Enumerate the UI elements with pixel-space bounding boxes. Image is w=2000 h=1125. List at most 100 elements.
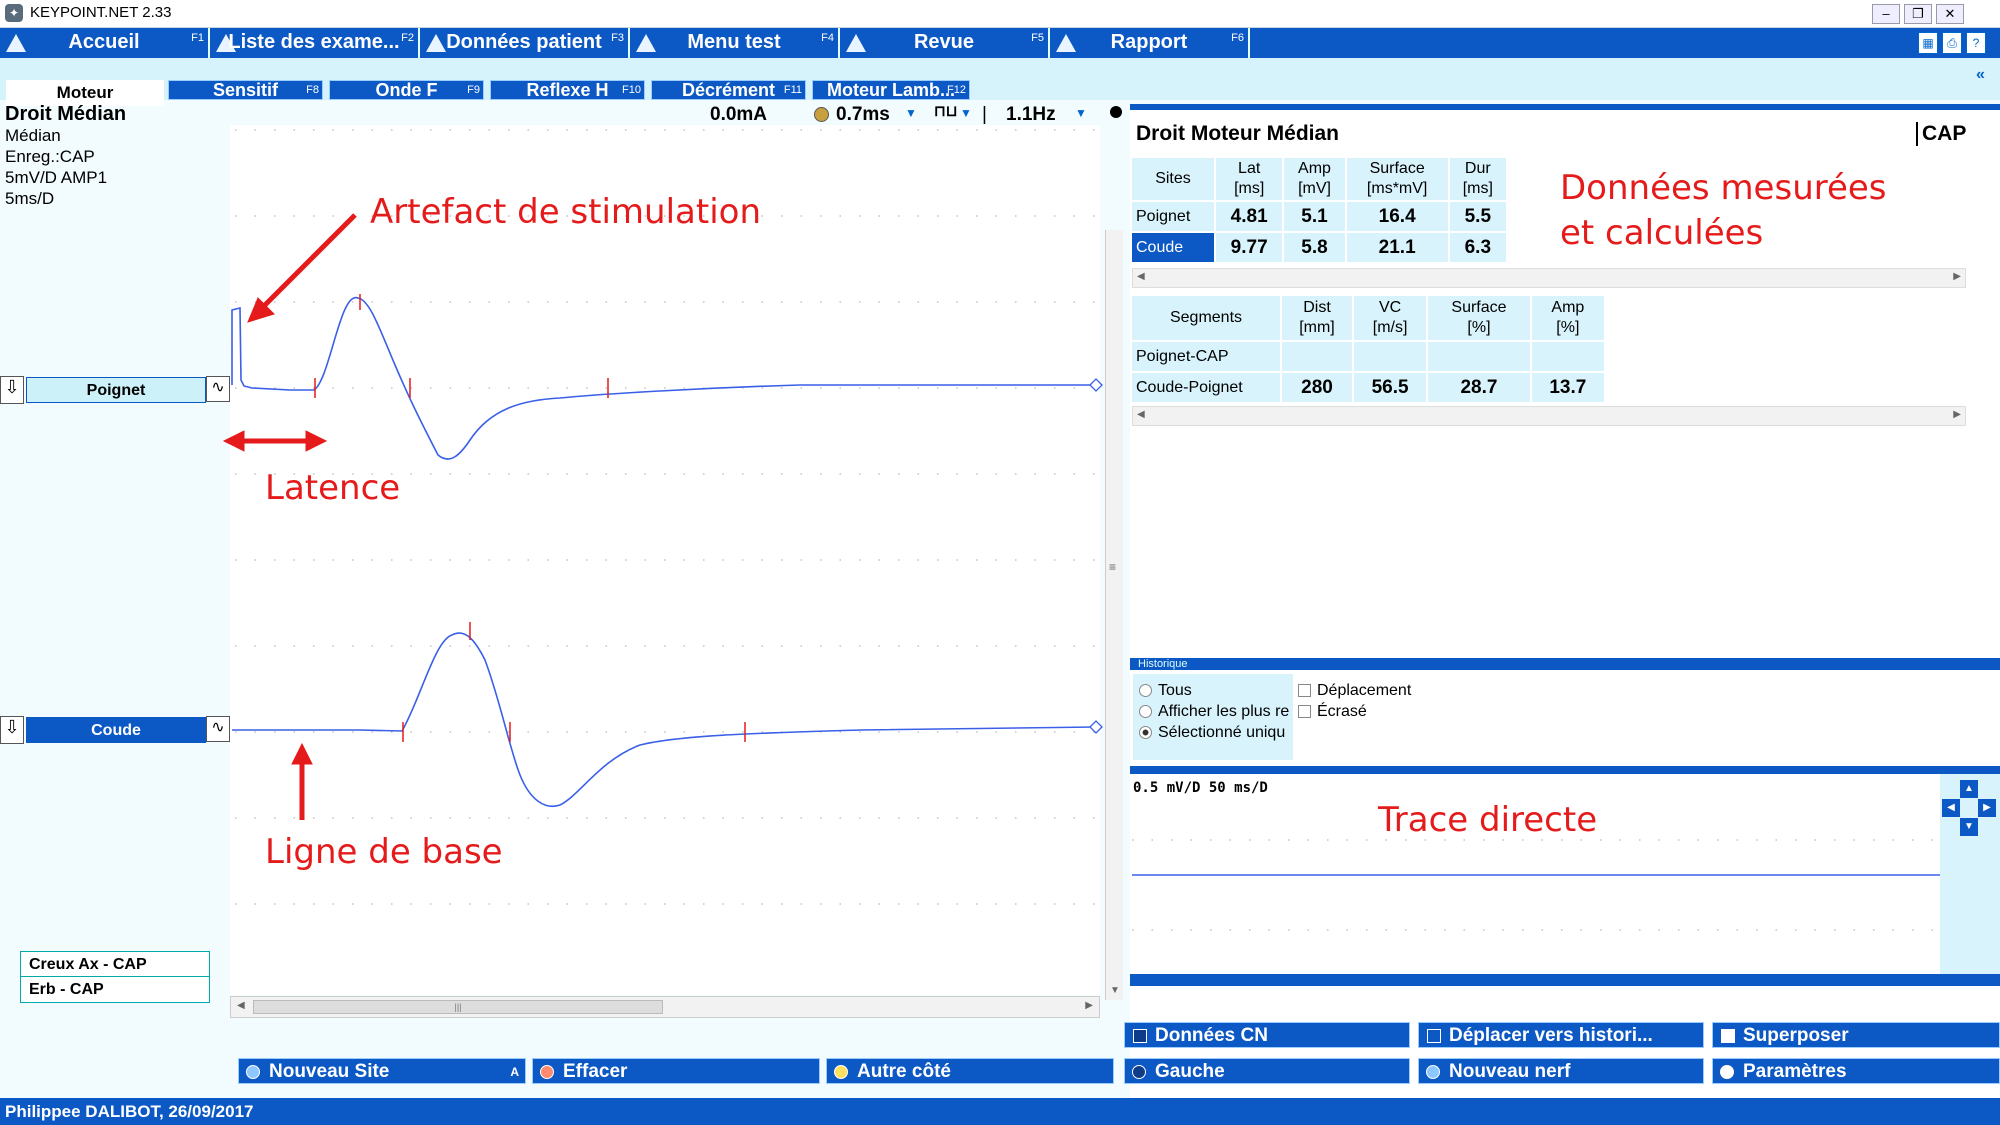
arrow-head <box>222 430 245 452</box>
checkbox-icon <box>1427 1029 1441 1043</box>
segments-hscrollbar[interactable]: ◀ ▶ <box>1132 406 1966 426</box>
scroll-right-icon[interactable]: ▶ <box>1085 1000 1093 1011</box>
scroll-thumb[interactable]: ||| <box>253 1000 663 1014</box>
surface-pct-value <box>1428 342 1530 371</box>
minimize-button[interactable]: – <box>1872 4 1900 24</box>
gauche-button[interactable]: Gauche <box>1124 1058 1410 1084</box>
table-row[interactable]: Coude-Poignet 280 56.5 28.7 13.7 <box>1132 373 1604 402</box>
col-header: Amp [%] <box>1531 296 1604 340</box>
trace-canvas <box>222 129 1103 905</box>
radio-afficher[interactable]: Afficher les plus re <box>1139 701 1293 722</box>
grid <box>235 129 1095 905</box>
radio-icon <box>540 1065 554 1079</box>
scroll-right-icon[interactable]: ▶ <box>1953 409 1961 420</box>
trace-label-poignet[interactable]: Poignet <box>26 377 206 403</box>
radio-label: Tous <box>1158 682 1192 699</box>
restore-button[interactable]: ❐ <box>1904 4 1932 24</box>
col-header: Dur [ms] <box>1449 158 1506 200</box>
right-arrow-icon[interactable]: ▶ <box>1978 799 1996 817</box>
segment-name: Poignet-CAP <box>1132 342 1280 371</box>
direction-pad: ▲ ◀ ▶ ▼ <box>1940 774 2000 974</box>
dist-value: 280 <box>1282 373 1352 402</box>
check-ecrase[interactable]: Écrasé <box>1298 701 1411 722</box>
check-deplacement[interactable]: Déplacement <box>1298 680 1411 701</box>
vc-value <box>1353 342 1427 371</box>
radio-label: Sélectionné uniqu <box>1158 724 1286 741</box>
surface-value: 21.1 <box>1346 233 1448 262</box>
close-button[interactable]: ✕ <box>1936 4 1964 24</box>
print-icon[interactable]: ⎙ <box>1942 32 1962 54</box>
radio-icon <box>834 1065 848 1079</box>
segments-table: Segments Dist [mm] VC [m/s] Surface [%] … <box>1130 294 1606 404</box>
amp-pct-value <box>1531 342 1604 371</box>
up-arrow-icon[interactable]: ▲ <box>1960 780 1978 798</box>
dur-value: 5.5 <box>1449 202 1506 231</box>
history-options: Tous Afficher les plus re Sélectionné un… <box>1133 674 1293 760</box>
trace-label-coude[interactable]: Coude <box>26 717 206 743</box>
lat-value: 4.81 <box>1216 202 1283 231</box>
segment-name: Coude-Poignet <box>1132 373 1280 402</box>
sites-hscrollbar[interactable]: ◀ ▶ <box>1132 268 1966 288</box>
help-icon[interactable]: ? <box>1966 32 1986 54</box>
scroll-left-icon[interactable]: ◀ <box>237 1000 245 1011</box>
panel-bottom-bar <box>1130 974 2000 986</box>
arrow-head <box>291 742 313 765</box>
waveform-icon[interactable]: ∿ <box>206 376 230 402</box>
other-sites-list: Creux Ax - CAP Erb - CAP <box>20 951 210 1003</box>
layout-icon[interactable]: ▦ <box>1918 32 1938 54</box>
deplacer-historique-button[interactable]: Déplacer vers histori... <box>1418 1022 1704 1048</box>
checkbox-icon <box>1721 1029 1735 1043</box>
left-arrow-icon[interactable]: ◀ <box>1942 799 1960 817</box>
dist-value <box>1282 342 1352 371</box>
superposer-button[interactable]: Superposer <box>1712 1022 2000 1048</box>
button-label: Nouveau nerf <box>1449 1061 1571 1082</box>
table-row[interactable]: Poignet 4.81 5.1 16.4 5.5 <box>1132 202 1506 231</box>
surface-pct-value: 28.7 <box>1428 373 1530 402</box>
donnees-cn-button[interactable]: Données CN <box>1124 1022 1410 1048</box>
waveform-icon[interactable]: ∿ <box>206 716 230 742</box>
trace-end-handle <box>1089 378 1103 392</box>
history-header: Historique <box>1130 658 2000 670</box>
button-label: Nouveau Site <box>269 1061 390 1082</box>
status-bar: Philippee DALIBOT, 26/09/2017 <box>0 1098 2000 1125</box>
sites-table: Sites Lat [ms] Amp [mV] Surface [ms*mV] … <box>1130 156 1508 264</box>
radio-icon <box>1426 1065 1440 1079</box>
shortcut-key: A <box>510 1065 519 1079</box>
down-arrow-icon[interactable]: ⇩ <box>0 376 24 404</box>
annotation-baseline: Ligne de base <box>265 832 503 872</box>
nouveau-site-button[interactable]: Nouveau Site A <box>238 1058 526 1084</box>
radio-icon <box>1139 684 1152 697</box>
autre-cote-button[interactable]: Autre côté <box>826 1058 1114 1084</box>
radio-icon <box>1132 1065 1146 1079</box>
nouveau-nerf-button[interactable]: Nouveau nerf <box>1418 1058 1704 1084</box>
horizontal-scrollbar[interactable]: ◀ ||| ▶ <box>230 996 1100 1018</box>
radio-selectionne[interactable]: Sélectionné uniqu <box>1139 722 1293 743</box>
vc-value: 56.5 <box>1353 373 1427 402</box>
annotation-donnees-2: et calculées <box>1560 213 1764 253</box>
annotation-latence: Latence <box>265 468 401 508</box>
scroll-left-icon[interactable]: ◀ <box>1137 271 1145 282</box>
scroll-down-icon[interactable]: ▼ <box>1110 985 1120 996</box>
collapse-panel-icon[interactable]: « <box>1976 66 1985 84</box>
radio-tous[interactable]: Tous <box>1139 680 1293 701</box>
vertical-scrollbar[interactable]: ≡ ▼ <box>1105 230 1123 1000</box>
trace-coude <box>232 632 1096 807</box>
table-row[interactable]: Coude 9.77 5.8 21.1 6.3 <box>1132 233 1506 262</box>
scroll-right-icon[interactable]: ▶ <box>1953 271 1961 282</box>
scroll-left-icon[interactable]: ◀ <box>1137 409 1145 420</box>
down-arrow-icon[interactable]: ⇩ <box>0 716 24 744</box>
radio-label: Afficher les plus re <box>1158 703 1290 720</box>
col-header: Sites <box>1132 158 1214 200</box>
scroll-grip-icon: ≡ <box>1109 560 1117 574</box>
site-name: Coude <box>1132 233 1214 262</box>
down-arrow-icon[interactable]: ▼ <box>1960 818 1978 836</box>
site-item[interactable]: Creux Ax - CAP <box>21 952 209 977</box>
check-label: Déplacement <box>1317 682 1412 699</box>
table-row[interactable]: Poignet-CAP <box>1132 342 1604 371</box>
parametres-button[interactable]: Paramètres <box>1712 1058 2000 1084</box>
dur-value: 6.3 <box>1449 233 1506 262</box>
direct-grid <box>1132 839 1938 931</box>
radio-icon <box>246 1065 260 1079</box>
site-item[interactable]: Erb - CAP <box>21 977 209 1002</box>
effacer-button[interactable]: Effacer <box>532 1058 820 1084</box>
